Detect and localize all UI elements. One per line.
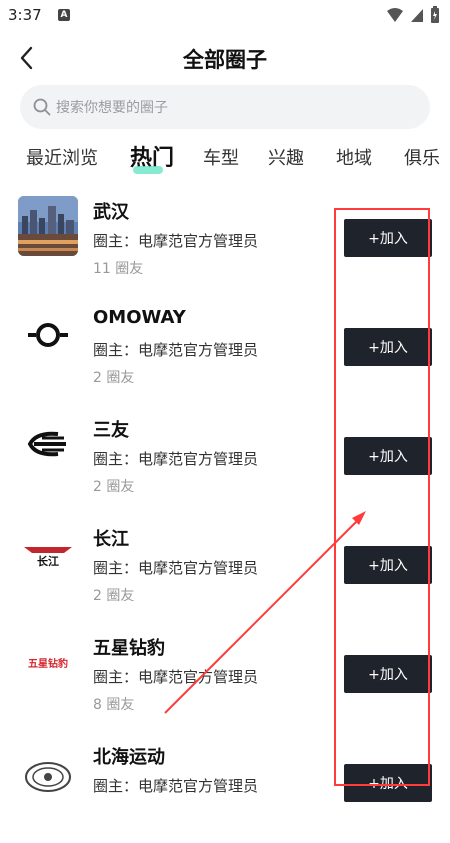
join-button[interactable]: +加入 bbox=[344, 764, 432, 802]
circle-name: OMOWAY bbox=[93, 307, 186, 328]
join-button[interactable]: +加入 bbox=[344, 655, 432, 693]
battery-icon bbox=[431, 6, 439, 23]
tab-club[interactable]: 俱乐 bbox=[404, 144, 440, 170]
circle-owner: 圈主：电摩范官方管理员 bbox=[93, 668, 259, 686]
circle-owner: 圈主：电摩范官方管理员 bbox=[93, 450, 259, 468]
circle-member-count: 2 圈友 bbox=[93, 588, 135, 604]
tab-interest[interactable]: 兴趣 bbox=[268, 144, 304, 170]
omoway-logo-icon bbox=[18, 305, 78, 365]
list-item[interactable]: 五星钻豹 五星钻豹 圈主：电摩范官方管理员 8 圈友 +加入 bbox=[0, 626, 450, 734]
circle-owner: 圈主：电摩范官方管理员 bbox=[93, 341, 259, 359]
search-bar[interactable] bbox=[20, 85, 430, 131]
circle-name: 五星钻豹 bbox=[93, 638, 165, 659]
join-button[interactable]: +加入 bbox=[344, 219, 432, 257]
svg-text:长江: 长江 bbox=[37, 554, 59, 568]
join-button[interactable]: +加入 bbox=[344, 437, 432, 475]
circle-member-count: 8 圈友 bbox=[93, 697, 135, 713]
circle-name: 三友 bbox=[93, 420, 129, 441]
notification-icon: A bbox=[58, 9, 70, 21]
wifi-icon bbox=[387, 8, 403, 22]
circle-owner: 圈主：电摩范官方管理员 bbox=[93, 777, 259, 795]
sanyou-logo-icon bbox=[18, 414, 78, 474]
search-input[interactable] bbox=[54, 85, 418, 131]
list-item[interactable]: OMOWAY 圈主：电摩范官方管理员 2 圈友 +加入 bbox=[0, 299, 450, 407]
circle-name: 武汉 bbox=[93, 202, 129, 223]
tab-recent[interactable]: 最近浏览 bbox=[26, 144, 98, 170]
circle-member-count: 2 圈友 bbox=[93, 479, 135, 495]
join-button[interactable]: +加入 bbox=[344, 328, 432, 366]
tab-model[interactable]: 车型 bbox=[203, 144, 239, 170]
category-tabs: 最近浏览 热门 车型 兴趣 地域 俱乐 bbox=[0, 140, 450, 180]
status-bar: 3:37 A bbox=[0, 0, 450, 30]
wuhan-city-photo-icon bbox=[18, 196, 78, 256]
list-item[interactable]: 长江 长江 圈主：电摩范官方管理员 2 圈友 +加入 bbox=[0, 517, 450, 625]
list-item[interactable]: 武汉 圈主：电摩范官方管理员 11 圈友 +加入 bbox=[0, 190, 450, 298]
join-button[interactable]: +加入 bbox=[344, 546, 432, 584]
app-header: 全部圈子 bbox=[0, 36, 450, 80]
svg-text:五星钻豹: 五星钻豹 bbox=[28, 657, 68, 670]
list-item[interactable]: 北海运动 圈主：电摩范官方管理员 +加入 bbox=[0, 735, 450, 843]
circle-name: 北海运动 bbox=[93, 747, 165, 768]
beihai-logo-icon bbox=[18, 741, 78, 801]
changjiang-logo-icon: 长江 bbox=[18, 523, 78, 583]
circle-member-count: 11 圈友 bbox=[93, 261, 144, 277]
page-title: 全部圈子 bbox=[183, 48, 267, 72]
status-time: 3:37 bbox=[8, 6, 42, 24]
list-item[interactable]: 三友 圈主：电摩范官方管理员 2 圈友 +加入 bbox=[0, 408, 450, 516]
search-icon bbox=[33, 98, 51, 116]
circle-owner: 圈主：电摩范官方管理员 bbox=[93, 232, 259, 250]
tab-region[interactable]: 地域 bbox=[336, 144, 372, 170]
circle-owner: 圈主：电摩范官方管理员 bbox=[93, 559, 259, 577]
active-tab-indicator bbox=[133, 166, 163, 174]
circle-name: 长江 bbox=[93, 529, 129, 550]
circle-member-count: 2 圈友 bbox=[93, 370, 135, 386]
wuxingzuanbao-logo-icon: 五星钻豹 bbox=[18, 632, 78, 692]
signal-icon bbox=[411, 9, 423, 22]
